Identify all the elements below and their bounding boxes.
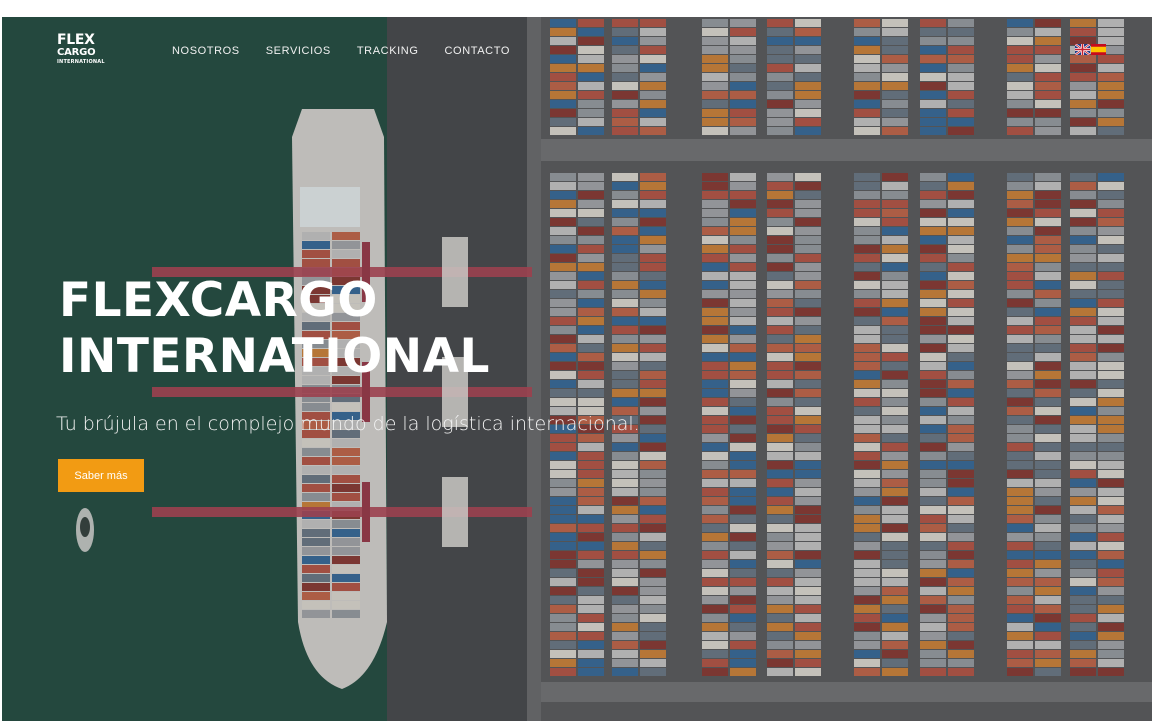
logo-text-cargo: CARGO <box>57 47 96 58</box>
hero-title-line-2: INTERNATIONAL <box>59 329 490 384</box>
main-menu: NOSOTROS SERVICIOS TRACKING CONTACTO <box>172 45 536 57</box>
hero-section: FLEX CARGO INTERNATIONAL NOSOTROS SERVIC… <box>2 17 1152 721</box>
hero-title-line-1: FLEXCARGO <box>59 273 378 328</box>
language-switcher <box>1075 44 1106 55</box>
logo-text-international: INTERNATIONAL <box>57 59 105 65</box>
nav-link-contacto[interactable]: CONTACTO <box>445 45 511 57</box>
flexcargo-logo[interactable]: FLEX CARGO INTERNATIONAL <box>57 33 129 85</box>
uk-flag-icon[interactable] <box>1075 44 1090 55</box>
nav-link-tracking[interactable]: TRACKING <box>357 45 419 57</box>
saber-mas-button[interactable]: Saber más <box>58 459 144 492</box>
hero-subtitle: Tu brújula en el complejo mundo de la lo… <box>56 413 640 435</box>
logo-text-flex: FLEX <box>57 32 95 48</box>
spain-flag-icon[interactable] <box>1091 44 1106 55</box>
top-navigation: FLEX CARGO INTERNATIONAL NOSOTROS SERVIC… <box>2 17 1152 87</box>
nav-link-servicios[interactable]: SERVICIOS <box>266 45 331 57</box>
nav-link-nosotros[interactable]: NOSOTROS <box>172 45 240 57</box>
hero-title: FLEXCARGO INTERNATIONAL <box>59 273 490 385</box>
page: FLEX CARGO INTERNATIONAL NOSOTROS SERVIC… <box>0 0 1154 721</box>
